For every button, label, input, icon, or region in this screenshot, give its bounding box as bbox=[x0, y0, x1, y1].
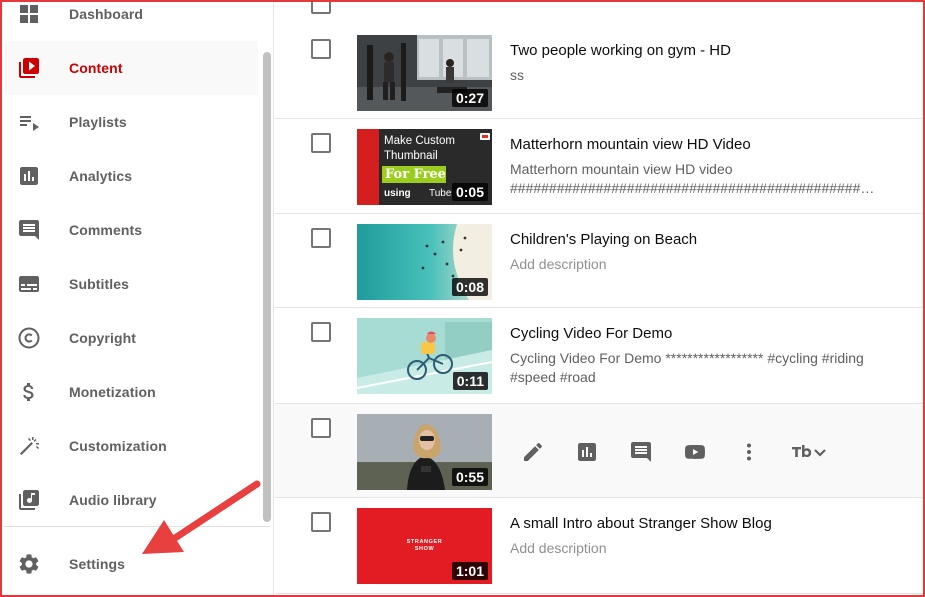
sidebar-item-label: Analytics bbox=[69, 168, 133, 184]
thumbnail-caption: For Free bbox=[385, 167, 446, 182]
table-row[interactable]: 0:55 bbox=[275, 404, 923, 498]
video-thumbnail[interactable]: 0:11 bbox=[357, 318, 492, 394]
sidebar-item-label: Comments bbox=[69, 222, 143, 238]
sidebar-item-analytics[interactable]: Analytics bbox=[4, 149, 258, 203]
video-description-line: Matterhorn mountain view HD video bbox=[510, 161, 733, 177]
thumbnail-caption: Make Custom bbox=[384, 135, 455, 147]
youtube-icon[interactable] bbox=[681, 438, 709, 466]
sidebar-item-audio-library[interactable]: Audio library bbox=[4, 473, 258, 527]
table-row bbox=[275, 2, 923, 26]
sidebar-item-dashboard[interactable]: Dashboard bbox=[4, 2, 258, 41]
row-checkbox[interactable] bbox=[311, 2, 331, 14]
row-checkbox[interactable] bbox=[311, 133, 331, 153]
thumbnail-caption: SHOW bbox=[414, 546, 435, 552]
table-row[interactable]: 0:27 Two people working on gym - HD ss bbox=[275, 25, 923, 119]
sidebar-item-label: Audio library bbox=[69, 492, 157, 508]
sidebar-item-label: Subtitles bbox=[69, 276, 130, 292]
video-duration: 0:27 bbox=[451, 89, 488, 107]
tubebuddy-icon[interactable] bbox=[789, 438, 829, 466]
sidebar-item-settings[interactable]: Settings bbox=[4, 537, 258, 591]
sidebar-item-customization[interactable]: Customization bbox=[4, 419, 258, 473]
video-duration: 1:01 bbox=[451, 562, 488, 580]
sidebar-item-copyright[interactable]: Copyright bbox=[4, 311, 258, 365]
video-thumbnail[interactable]: STRANGER SHOW 1:01 bbox=[357, 508, 492, 584]
row-checkbox[interactable] bbox=[311, 228, 331, 248]
sidebar-item-label: Playlists bbox=[69, 114, 127, 130]
sidebar-item-label: Copyright bbox=[69, 330, 137, 346]
sidebar-scrollbar[interactable] bbox=[263, 52, 271, 522]
video-duration: 0:08 bbox=[451, 278, 488, 296]
table-row[interactable]: 0:08 Children's Playing on Beach Add des… bbox=[275, 214, 923, 308]
video-thumbnail[interactable]: Make Custom Thumbnail For Free using Tub… bbox=[357, 129, 492, 205]
video-duration: 0:55 bbox=[451, 468, 488, 486]
row-checkbox[interactable] bbox=[311, 512, 331, 532]
video-description: Cycling Video For Demo *****************… bbox=[510, 350, 864, 385]
thumbnail-caption: using bbox=[384, 188, 411, 199]
monetization-icon bbox=[17, 380, 41, 404]
sidebar-item-label: Monetization bbox=[69, 384, 156, 400]
video-title[interactable]: A small Intro about Stranger Show Blog bbox=[510, 515, 772, 532]
video-title[interactable]: Two people working on gym - HD bbox=[510, 42, 731, 59]
video-thumbnail[interactable]: 0:55 bbox=[357, 414, 492, 490]
video-description-line: ########################################… bbox=[510, 180, 880, 196]
sidebar-item-label: Customization bbox=[69, 438, 167, 454]
playlists-icon bbox=[17, 110, 41, 134]
row-checkbox[interactable] bbox=[311, 322, 331, 342]
sidebar-item-monetization[interactable]: Monetization bbox=[4, 365, 258, 419]
gear-icon bbox=[17, 552, 41, 576]
content-icon bbox=[17, 56, 41, 80]
comments-icon bbox=[17, 218, 41, 242]
video-title[interactable]: Cycling Video For Demo bbox=[510, 325, 672, 342]
video-title[interactable]: Children's Playing on Beach bbox=[510, 231, 697, 248]
sidebar-item-comments[interactable]: Comments bbox=[4, 203, 258, 257]
more-vert-icon[interactable] bbox=[735, 438, 763, 466]
table-row[interactable]: STRANGER SHOW 1:01 A small Intro about S… bbox=[275, 498, 923, 594]
table-row[interactable]: Make Custom Thumbnail For Free using Tub… bbox=[275, 119, 923, 214]
sidebar-item-subtitles[interactable]: Subtitles bbox=[4, 257, 258, 311]
analytics-icon[interactable] bbox=[573, 438, 601, 466]
screenshot-frame: Dashboard Content Playlists Analytics Co bbox=[0, 0, 925, 597]
sidebar-item-label: Settings bbox=[69, 556, 126, 572]
video-thumbnail[interactable]: 0:08 bbox=[357, 224, 492, 300]
edit-icon[interactable] bbox=[519, 438, 547, 466]
video-description: ss bbox=[510, 67, 524, 83]
row-checkbox[interactable] bbox=[311, 39, 331, 59]
sidebar-item-content[interactable]: Content bbox=[4, 41, 258, 95]
video-title[interactable]: Matterhorn mountain view HD Video bbox=[510, 136, 751, 153]
video-list: 0:27 Two people working on gym - HD ss M… bbox=[275, 2, 923, 595]
analytics-icon bbox=[17, 164, 41, 188]
sidebar-item-label: Content bbox=[69, 60, 123, 76]
video-duration: 0:05 bbox=[451, 183, 488, 201]
copyright-icon bbox=[17, 326, 41, 350]
row-actions bbox=[519, 438, 855, 466]
thumbnail-caption: Tube bbox=[429, 188, 452, 199]
video-thumbnail[interactable]: 0:27 bbox=[357, 35, 492, 111]
sidebar-item-playlists[interactable]: Playlists bbox=[4, 95, 258, 149]
video-duration: 0:11 bbox=[452, 372, 488, 390]
dashboard-icon bbox=[17, 2, 41, 26]
sidebar-item-label: Dashboard bbox=[69, 6, 144, 22]
video-description[interactable]: Add description bbox=[510, 255, 880, 274]
thumbnail-caption: Thumbnail bbox=[384, 150, 438, 162]
studio-sidebar: Dashboard Content Playlists Analytics Co bbox=[2, 2, 274, 595]
video-description: Matterhorn mountain view HD video ######… bbox=[510, 160, 880, 198]
video-description[interactable]: Add description bbox=[510, 539, 880, 558]
table-row[interactable]: 0:11 Cycling Video For Demo Cycling Vide… bbox=[275, 308, 923, 404]
thumbnail-caption: STRANGER bbox=[406, 539, 443, 545]
customization-icon bbox=[17, 434, 41, 458]
audio-library-icon bbox=[17, 488, 41, 512]
divider bbox=[4, 526, 270, 527]
comments-icon[interactable] bbox=[627, 438, 655, 466]
row-checkbox[interactable] bbox=[311, 418, 331, 438]
subtitles-icon bbox=[17, 272, 41, 296]
